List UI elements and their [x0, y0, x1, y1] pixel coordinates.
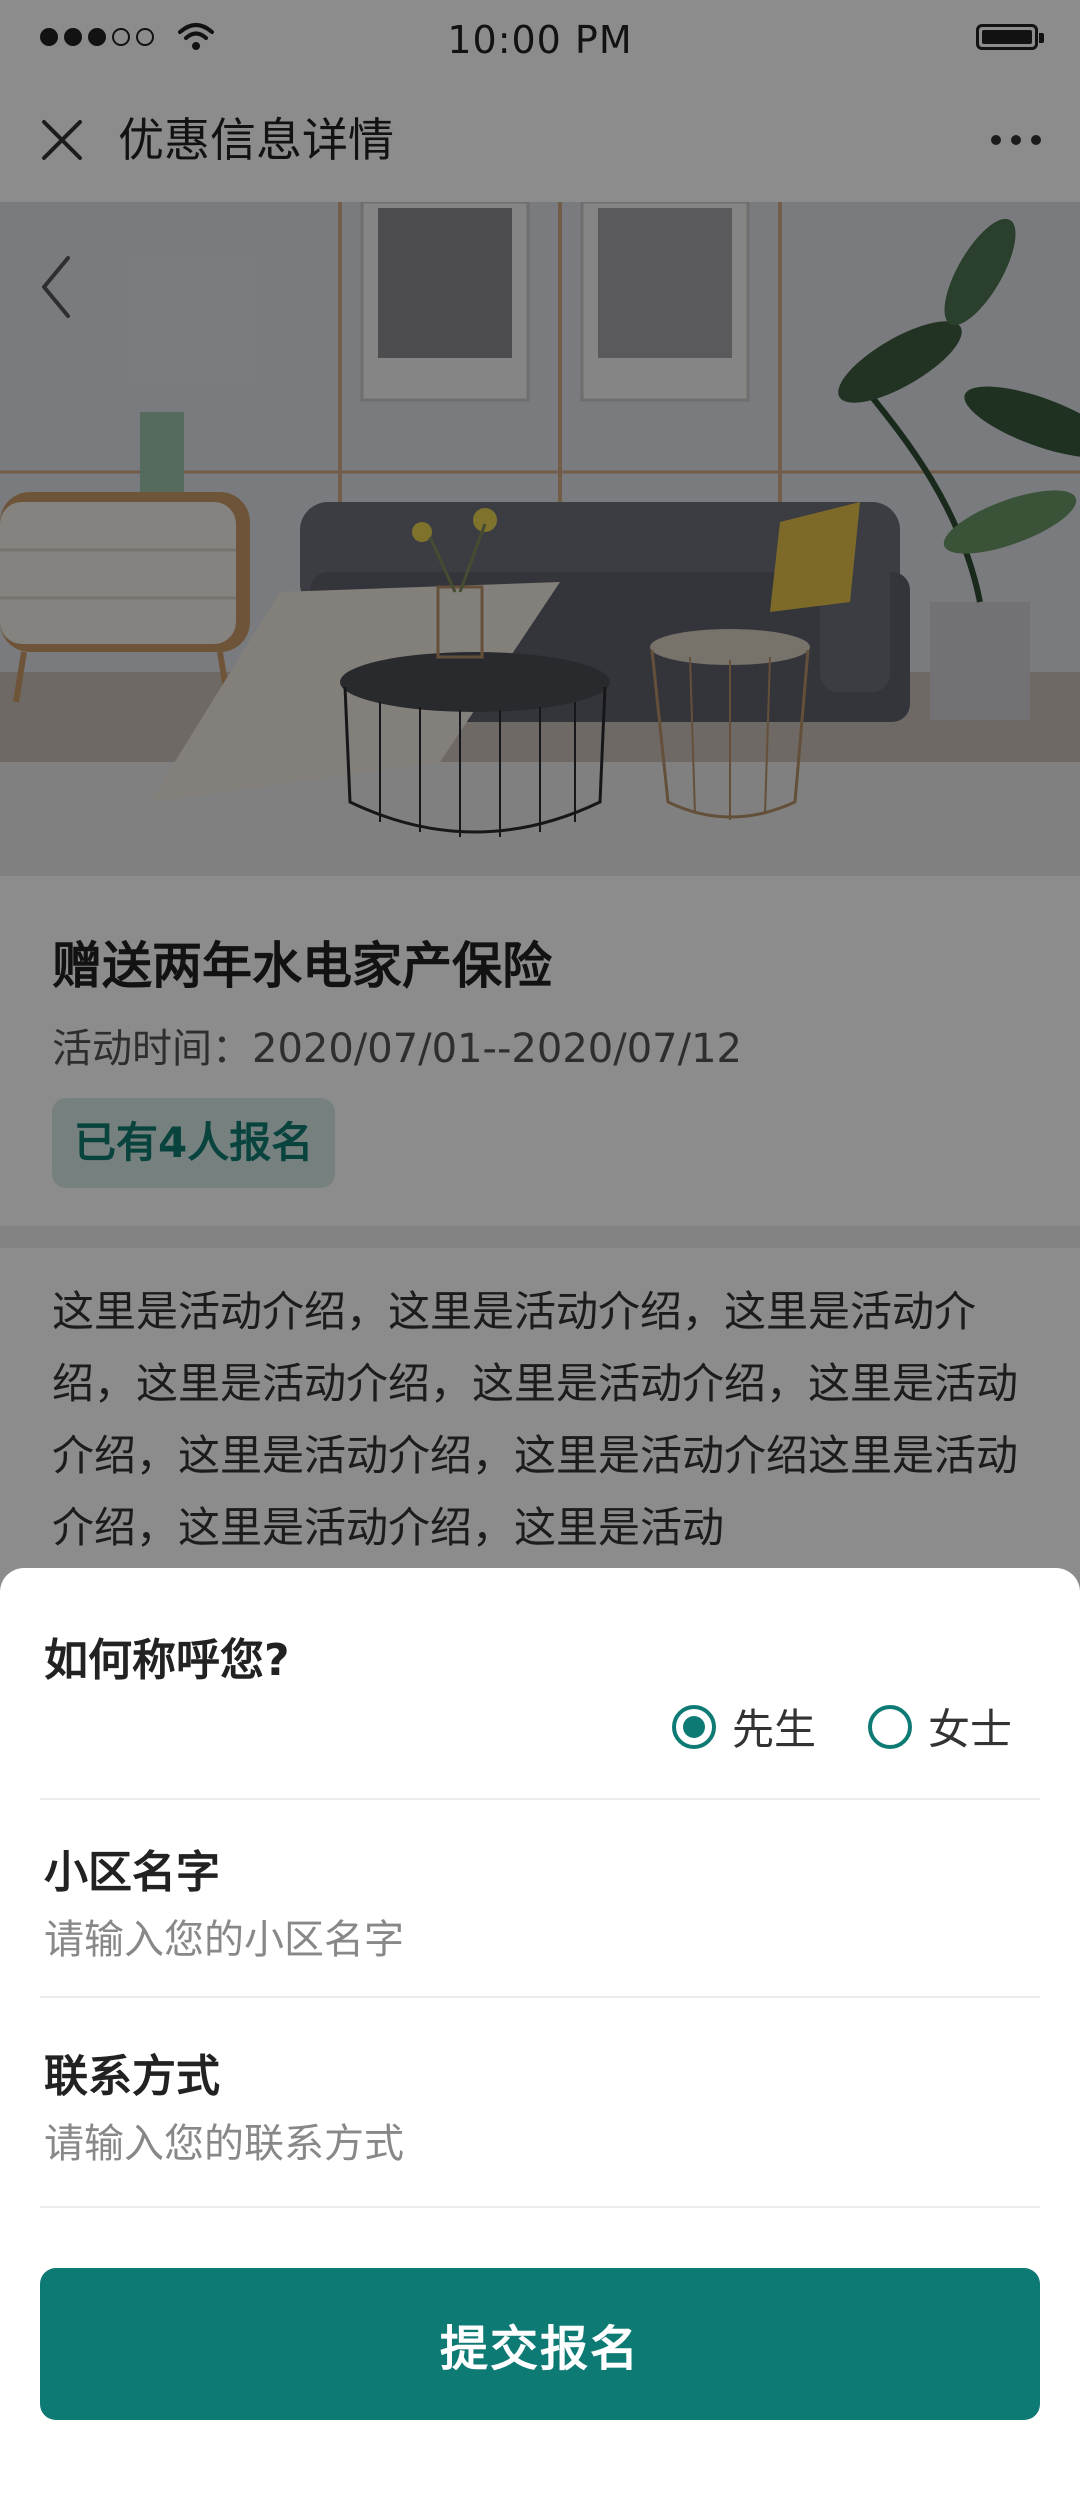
divider: [40, 1798, 1040, 1800]
radio-option-mr[interactable]: 先生: [671, 1696, 816, 1757]
divider: [40, 2206, 1040, 2208]
radio-unchecked-icon[interactable]: [867, 1704, 912, 1749]
community-input[interactable]: [44, 1910, 1004, 1970]
divider: [40, 1996, 1040, 1998]
contact-input[interactable]: [44, 2114, 1004, 2174]
radio-label-ms: 女士: [927, 1705, 1012, 1754]
community-label: 小区名字: [44, 1847, 220, 1898]
contact-label: 联系方式: [44, 2051, 220, 2102]
radio-checked-icon[interactable]: [671, 1704, 716, 1749]
submit-signup-button[interactable]: 提交报名: [40, 2268, 1040, 2420]
signup-sheet: 如何称呼您? 先生 女士 小区名字 联系方式 提交报名: [0, 1568, 1080, 2500]
salutation-question: 如何称呼您?: [44, 1635, 290, 1686]
radio-option-ms[interactable]: 女士: [867, 1696, 1012, 1757]
salutation-radio-group: 先生 女士: [620, 1696, 1012, 1757]
radio-label-mr: 先生: [731, 1705, 816, 1754]
